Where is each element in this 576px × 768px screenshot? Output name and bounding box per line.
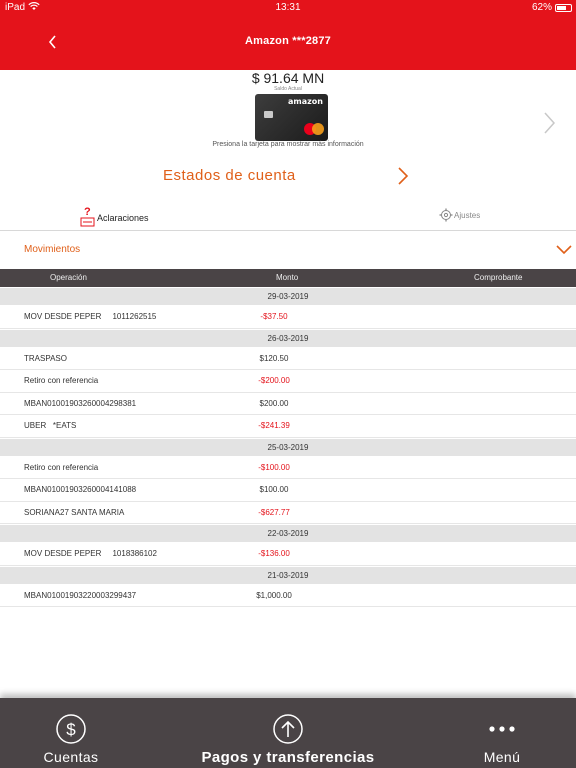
transaction-description: Retiro con referencia	[24, 462, 99, 472]
transaction-row[interactable]: SORIANA27 SANTA MARIA -$627.77	[0, 501, 576, 524]
next-card-button[interactable]	[539, 108, 559, 138]
tab-menu[interactable]: Menú	[470, 698, 534, 768]
statements-link[interactable]: Estados de cuenta	[0, 158, 576, 194]
bottom-tab-bar: $ Cuentas Pagos y transferencias Menú	[0, 698, 576, 768]
transaction-row[interactable]: MBAN01001903260004141088 $100.00	[0, 479, 576, 502]
date-group-header: 22-03-2019	[0, 524, 576, 543]
transaction-row[interactable]: MOV DESDE PEPER 1018386102 -$136.00	[0, 543, 576, 566]
chevron-right-icon	[395, 165, 411, 187]
transaction-row[interactable]: MBAN01001903260004298381 $200.00	[0, 392, 576, 415]
question-icon: ?	[80, 206, 95, 228]
transaction-amount: -$241.39	[258, 421, 290, 430]
movements-table-header: Operación Monto Comprobante	[0, 269, 576, 287]
chevron-down-icon	[555, 243, 573, 255]
transaction-description: SORIANA27 SANTA MARIA	[24, 507, 125, 517]
statements-label: Estados de cuenta	[163, 167, 296, 184]
date-group-header: 29-03-2019	[0, 287, 576, 306]
status-time: 13:31	[275, 2, 301, 13]
transaction-row[interactable]: MOV DESDE PEPER 1011262515 -$37.50	[0, 306, 576, 329]
date-group-header: 25-03-2019	[0, 437, 576, 457]
date-group-header: 21-03-2019	[0, 565, 576, 585]
transaction-amount: $120.50	[259, 353, 289, 363]
gear-icon	[439, 208, 453, 222]
ajustes-label: Ajustes	[454, 211, 481, 220]
date-label: 22-03-2019	[267, 529, 309, 538]
svg-text:$: $	[66, 720, 76, 739]
transaction-description: MBAN01001903220003299437	[24, 590, 137, 600]
aclaraciones-label: Aclaraciones	[97, 213, 149, 223]
transaction-row[interactable]: UBER *EATS -$241.39	[0, 415, 576, 438]
account-balance: $ 91.64 MN	[251, 70, 325, 86]
dollar-circle-icon: $	[55, 713, 87, 745]
page-title: Amazon ***2877	[245, 35, 331, 47]
transaction-description: MBAN01001903260004298381	[24, 398, 137, 408]
tab-menu-label: Menú	[483, 749, 521, 765]
transaction-description: UBER *EATS	[24, 421, 77, 430]
movements-label: Movimientos	[24, 244, 81, 255]
transaction-row[interactable]: Retiro con referencia -$100.00	[0, 456, 576, 479]
transaction-amount: -$100.00	[258, 462, 290, 472]
date-label: 29-03-2019	[267, 292, 309, 301]
more-dots-icon	[486, 713, 518, 745]
column-header-monto: Monto	[276, 273, 299, 282]
date-label: 26-03-2019	[267, 333, 309, 343]
movements-list: 29-03-2019 MOV DESDE PEPER 1011262515 -$37…	[0, 287, 576, 607]
mastercard-logo	[304, 123, 324, 135]
transaction-amount: -$136.00	[258, 549, 290, 558]
battery-icon	[555, 4, 572, 12]
transaction-row[interactable]: TRASPASO $120.50	[0, 347, 576, 370]
tab-pagos-label: Pagos y transferencias	[201, 749, 375, 766]
tab-pagos-transferencias[interactable]: Pagos y transferencias	[188, 698, 388, 768]
transaction-amount: $1,000.00	[256, 590, 292, 600]
svg-text:?: ?	[84, 206, 91, 218]
battery-percent: 62%	[531, 2, 552, 13]
transaction-row[interactable]: MBAN01001903220003299437 $1,000.00	[0, 584, 576, 607]
column-header-comprobante: Comprobante	[474, 273, 523, 282]
transaction-amount: -$627.77	[258, 507, 290, 517]
transaction-amount: $100.00	[259, 485, 289, 494]
card-brand: amazon	[288, 97, 323, 106]
transaction-amount: -$37.50	[260, 312, 288, 321]
status-bar: iPad 13:31 62%	[0, 0, 576, 16]
nav-bar: Amazon ***2877	[0, 16, 576, 70]
balance-label: Saldo Actual	[274, 86, 302, 92]
transaction-description: MBAN01001903260004141088	[24, 485, 137, 494]
movements-toggle[interactable]: Movimientos	[0, 232, 576, 268]
date-label: 21-03-2019	[267, 570, 309, 580]
tab-cuentas[interactable]: $ Cuentas	[30, 698, 112, 768]
date-group-header: 26-03-2019	[0, 328, 576, 348]
chevron-right-icon	[544, 112, 556, 134]
transaction-description: MOV DESDE PEPER 1011262515	[24, 312, 157, 321]
transaction-description: TRASPASO	[24, 353, 67, 363]
column-header-operacion: Operación	[50, 273, 87, 282]
card-hint: Presiona la tarjeta para mostrar más inf…	[212, 141, 364, 148]
transaction-description: Retiro con referencia	[24, 376, 99, 385]
arrow-up-circle-icon	[272, 713, 304, 745]
date-label: 25-03-2019	[267, 442, 309, 452]
transaction-amount: -$200.00	[258, 376, 290, 385]
credit-card[interactable]: amazon	[255, 94, 328, 141]
transaction-description: MOV DESDE PEPER 1018386102	[24, 549, 157, 558]
transaction-amount: $200.00	[259, 398, 289, 408]
subtabs: ? Aclaraciones Ajustes	[0, 203, 576, 231]
card-chip	[264, 111, 273, 118]
tab-cuentas-label: Cuentas	[43, 749, 99, 765]
transaction-row[interactable]: Retiro con referencia -$200.00	[0, 370, 576, 393]
